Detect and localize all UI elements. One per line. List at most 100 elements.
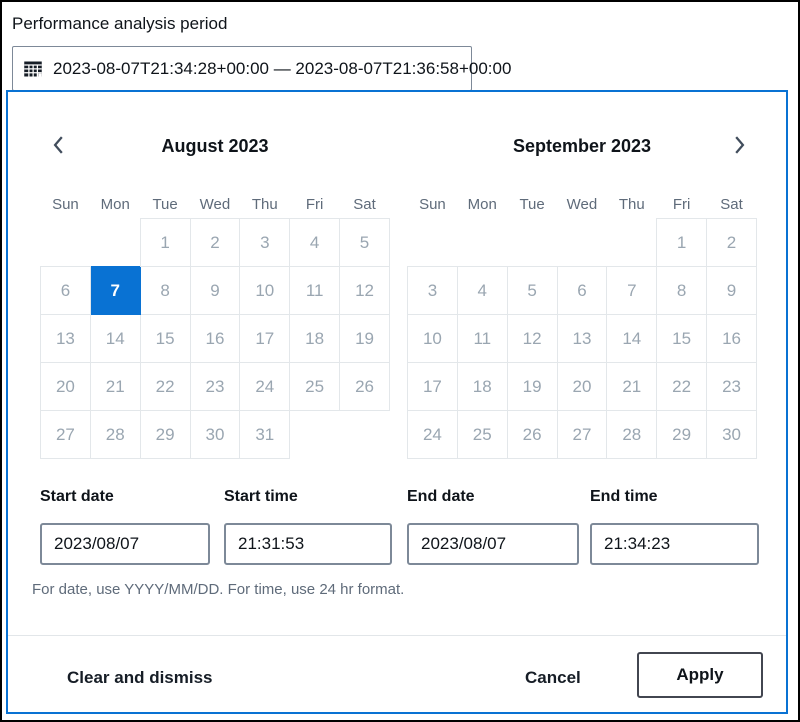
calendar-day-selected[interactable]: 7: [90, 267, 140, 315]
month-title-left: August 2023: [40, 136, 390, 157]
calendar-day[interactable]: 2: [707, 219, 757, 267]
calendar-day[interactable]: 23: [190, 363, 240, 411]
calendar-day[interactable]: 12: [340, 267, 390, 315]
calendar-day[interactable]: 22: [140, 363, 190, 411]
format-hint-text: For date, use YYYY/MM/DD. For time, use …: [32, 581, 404, 598]
weekday-header: Wed: [557, 190, 607, 219]
weekday-header: Mon: [90, 190, 140, 219]
calendar-day[interactable]: 13: [557, 315, 607, 363]
calendar-day-empty: [557, 219, 607, 267]
calendar-day[interactable]: 14: [90, 315, 140, 363]
calendar-day-empty: [507, 219, 557, 267]
calendar-day[interactable]: 22: [657, 363, 707, 411]
calendar-day[interactable]: 12: [507, 315, 557, 363]
calendar-day[interactable]: 6: [557, 267, 607, 315]
calendar-day[interactable]: 3: [408, 267, 458, 315]
calendar-day[interactable]: 17: [240, 315, 290, 363]
weekday-header: Fri: [290, 190, 340, 219]
calendar-day[interactable]: 23: [707, 363, 757, 411]
calendar-day[interactable]: 3: [240, 219, 290, 267]
weekday-header: Thu: [240, 190, 290, 219]
calendar-day[interactable]: 28: [607, 411, 657, 459]
calendar-day[interactable]: 18: [290, 315, 340, 363]
start-date-label: Start date: [40, 488, 114, 506]
calendar-day[interactable]: 30: [707, 411, 757, 459]
calendar-day[interactable]: 27: [557, 411, 607, 459]
calendar-day[interactable]: 11: [290, 267, 340, 315]
cancel-button[interactable]: Cancel: [525, 666, 581, 690]
calendar-day-empty: [340, 411, 390, 459]
calendar-day[interactable]: 10: [240, 267, 290, 315]
calendar-grid-left: SunMonTueWedThuFriSat1234567891011121314…: [40, 190, 390, 459]
calendar-day[interactable]: 17: [408, 363, 458, 411]
calendar-day-empty: [408, 219, 458, 267]
start-date-input[interactable]: [40, 523, 210, 565]
calendar-day[interactable]: 25: [457, 411, 507, 459]
calendar-day[interactable]: 1: [140, 219, 190, 267]
calendar-day[interactable]: 16: [707, 315, 757, 363]
calendar-day[interactable]: 15: [657, 315, 707, 363]
weekday-header: Sat: [707, 190, 757, 219]
calendar-day[interactable]: 15: [140, 315, 190, 363]
calendar-day[interactable]: 13: [41, 315, 91, 363]
screenshot-frame: Performance analysis period 2023-08-07T2…: [0, 0, 800, 722]
calendar-day[interactable]: 30: [190, 411, 240, 459]
calendar-day[interactable]: 26: [507, 411, 557, 459]
start-time-label: Start time: [224, 488, 298, 506]
calendar-day-empty: [457, 219, 507, 267]
date-range-trigger[interactable]: 2023-08-07T21:34:28+00:00 — 2023-08-07T2…: [12, 46, 472, 91]
calendar-day[interactable]: 2: [190, 219, 240, 267]
calendar-day[interactable]: 1: [657, 219, 707, 267]
calendar-day[interactable]: 24: [408, 411, 458, 459]
calendar-day[interactable]: 7: [607, 267, 657, 315]
calendar-day[interactable]: 29: [140, 411, 190, 459]
weekday-header: Tue: [140, 190, 190, 219]
calendar-day[interactable]: 19: [507, 363, 557, 411]
calendar-grid-right: SunMonTueWedThuFriSat1234567891011121314…: [407, 190, 757, 459]
calendar-day-empty: [607, 219, 657, 267]
calendar-day[interactable]: 14: [607, 315, 657, 363]
calendar-day[interactable]: 21: [607, 363, 657, 411]
calendar-day[interactable]: 21: [90, 363, 140, 411]
calendar-day[interactable]: 29: [657, 411, 707, 459]
calendar-day-empty: [41, 219, 91, 267]
weekday-header: Sun: [408, 190, 458, 219]
calendar-day[interactable]: 31: [240, 411, 290, 459]
footer-divider: [8, 635, 786, 636]
calendar-day[interactable]: 26: [340, 363, 390, 411]
calendar-day[interactable]: 25: [290, 363, 340, 411]
date-range-value: 2023-08-07T21:34:28+00:00 — 2023-08-07T2…: [53, 59, 511, 79]
calendar-day[interactable]: 11: [457, 315, 507, 363]
calendar-day[interactable]: 8: [140, 267, 190, 315]
apply-button[interactable]: Apply: [637, 652, 763, 698]
calendar-day[interactable]: 20: [41, 363, 91, 411]
end-date-input[interactable]: [407, 523, 579, 565]
calendar-day[interactable]: 9: [190, 267, 240, 315]
end-time-input[interactable]: [590, 523, 759, 565]
calendar-day[interactable]: 5: [340, 219, 390, 267]
start-time-input[interactable]: [224, 523, 392, 565]
weekday-header: Mon: [457, 190, 507, 219]
calendar-day[interactable]: 16: [190, 315, 240, 363]
calendar-day[interactable]: 20: [557, 363, 607, 411]
clear-and-dismiss-button[interactable]: Clear and dismiss: [67, 666, 213, 690]
calendar-day[interactable]: 5: [507, 267, 557, 315]
calendar-day[interactable]: 28: [90, 411, 140, 459]
calendar-day[interactable]: 9: [707, 267, 757, 315]
calendar-day[interactable]: 10: [408, 315, 458, 363]
calendar-day[interactable]: 24: [240, 363, 290, 411]
weekday-header: Fri: [657, 190, 707, 219]
calendar-day-empty: [90, 219, 140, 267]
calendar-day[interactable]: 27: [41, 411, 91, 459]
calendar-day[interactable]: 19: [340, 315, 390, 363]
calendar-day-empty: [290, 411, 340, 459]
end-time-label: End time: [590, 488, 658, 506]
calendar-day[interactable]: 4: [457, 267, 507, 315]
weekday-header: Sat: [340, 190, 390, 219]
calendar-day[interactable]: 4: [290, 219, 340, 267]
calendar-day[interactable]: 18: [457, 363, 507, 411]
calendar-day[interactable]: 8: [657, 267, 707, 315]
weekday-header: Tue: [507, 190, 557, 219]
calendar-day[interactable]: 6: [41, 267, 91, 315]
weekday-header: Wed: [190, 190, 240, 219]
